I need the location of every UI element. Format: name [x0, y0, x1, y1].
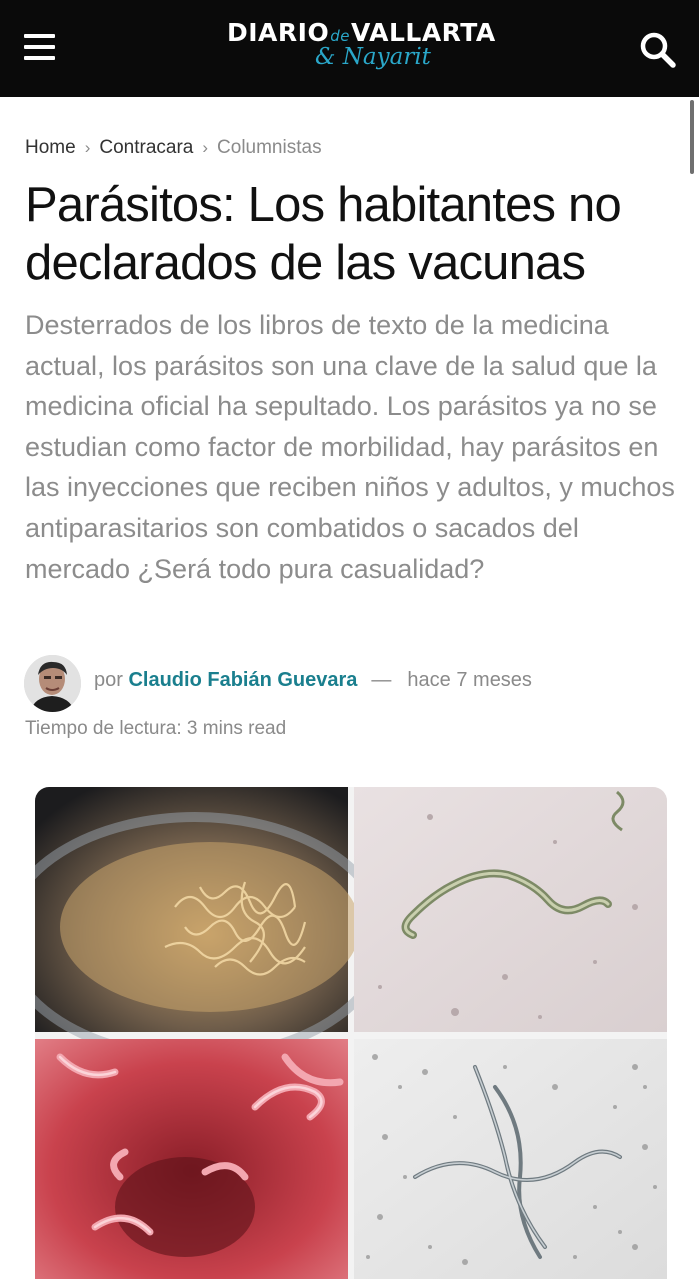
- featured-image[interactable]: [35, 787, 667, 1279]
- breadcrumb: Home › Contracara › Columnistas: [25, 137, 322, 159]
- byline-prefix: por: [94, 669, 123, 691]
- article-subtitle: Desterrados de los libros de texto de la…: [25, 310, 675, 584]
- article-title: Parásitos: Los habitantes no declarados …: [25, 178, 622, 290]
- author-avatar[interactable]: [24, 655, 81, 712]
- article-byline: por Claudio Fabián Guevara — hace 7 meses: [94, 669, 532, 692]
- hamburger-menu-icon[interactable]: [22, 30, 58, 64]
- site-logo[interactable]: DIARIOdeVALLARTA & Nayarit: [225, 16, 495, 82]
- breadcrumb-home[interactable]: Home: [25, 137, 76, 158]
- logo-wordmark: DIARIOdeVALLARTA: [227, 18, 496, 47]
- chevron-right-icon: ›: [202, 138, 209, 157]
- breadcrumb-contracara[interactable]: Contracara: [99, 137, 193, 158]
- byline-dash: —: [371, 669, 392, 691]
- logo-subtitle: & Nayarit: [315, 44, 431, 70]
- search-icon[interactable]: [638, 30, 678, 70]
- article-page: DIARIOdeVALLARTA & Nayarit Home › Contraca…: [0, 0, 699, 1279]
- author-link[interactable]: Claudio Fabián Guevara: [128, 669, 357, 691]
- site-header: DIARIOdeVALLARTA & Nayarit: [0, 0, 699, 97]
- reading-time: Tiempo de lectura: 3 mins read: [25, 718, 287, 739]
- scrollbar-thumb[interactable]: [690, 100, 694, 174]
- publish-time: hace 7 meses: [407, 669, 532, 691]
- chevron-right-icon: ›: [84, 138, 91, 157]
- breadcrumb-current[interactable]: Columnistas: [217, 137, 322, 158]
